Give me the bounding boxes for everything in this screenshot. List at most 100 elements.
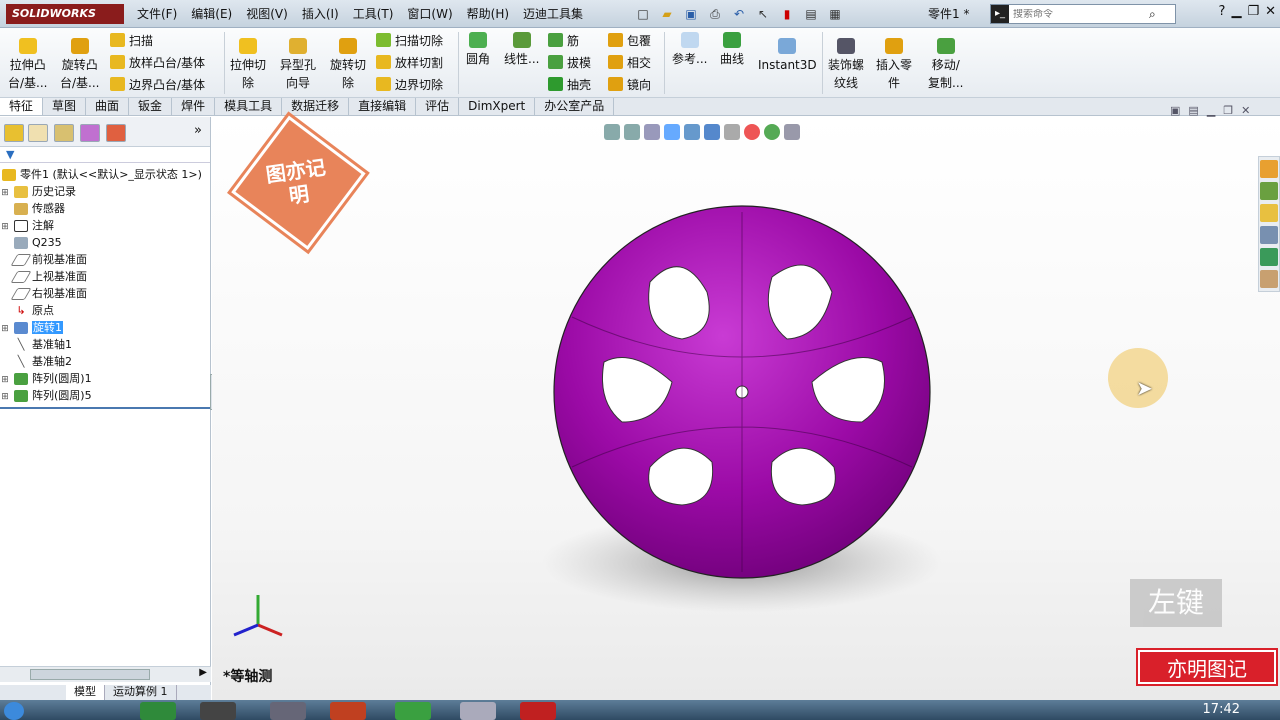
tree-root[interactable]: 零件1 (默认<<默认>_显示状态 1>) (0, 166, 202, 183)
display-manager-tab-icon[interactable] (106, 124, 126, 142)
loft-cut-button[interactable]: 放样切割 (376, 51, 443, 73)
tree-item-top-plane[interactable]: 上视基准面 (0, 268, 87, 285)
menu-help[interactable]: 帮助(H) (460, 0, 516, 28)
wrap-button[interactable]: 包覆 (608, 29, 651, 51)
tree-item-front-plane[interactable]: 前视基准面 (0, 251, 87, 268)
scroll-right-icon[interactable]: ▶ (199, 667, 207, 678)
tree-item-history[interactable]: ⊞ 历史记录 (0, 183, 76, 200)
restore-icon[interactable]: ❐ (1247, 4, 1259, 19)
tab-features[interactable]: 特征 (0, 98, 44, 115)
help-icon[interactable]: ? (1219, 4, 1226, 19)
edit-appearance-icon[interactable] (744, 124, 760, 140)
tree-item-origin[interactable]: ↳ 原点 (0, 302, 54, 319)
view-palette-icon[interactable] (1260, 226, 1278, 244)
taskbar-app-icon[interactable] (395, 702, 431, 720)
tree-item-circular-pattern5[interactable]: ⊞ 阵列(圆周)5 (0, 387, 92, 404)
design-library-icon[interactable] (1260, 182, 1278, 200)
tab-direct-editing[interactable]: 直接编辑 (349, 98, 417, 115)
file-explorer-icon[interactable] (1260, 204, 1278, 222)
reference-geometry-button[interactable]: 参考... (672, 32, 707, 68)
sweep-cut-button[interactable]: 扫描切除 (376, 29, 443, 51)
viewport-icon[interactable]: ▤ (1188, 104, 1198, 117)
hole-wizard-button[interactable]: 异型孔 向导 (280, 38, 316, 92)
draft-button[interactable]: 拔模 (548, 51, 591, 73)
dimxpert-manager-tab-icon[interactable] (80, 124, 100, 142)
tree-item-material[interactable]: Q235 (0, 234, 62, 251)
undo-icon[interactable]: ↶ (728, 4, 750, 24)
tree-item-axis2[interactable]: ╲ 基准轴2 (0, 353, 72, 370)
app-logo[interactable]: SOLIDWORKS (6, 4, 124, 24)
tree-item-sensors[interactable]: 传感器 (0, 200, 65, 217)
mirror-button[interactable]: 镜向 (608, 73, 651, 95)
view-settings-icon[interactable] (784, 124, 800, 140)
extrude-boss-button[interactable]: 拉伸凸 台/基... (8, 38, 48, 92)
open-folder-icon[interactable]: ▰ (656, 4, 678, 24)
system-clock[interactable]: 17:42 (1203, 700, 1240, 720)
boundary-button[interactable]: 边界凸台/基体 (110, 73, 205, 95)
tab-evaluate[interactable]: 评估 (416, 98, 460, 115)
new-document-icon[interactable]: □ (632, 4, 654, 24)
search-icon[interactable]: ⌕ (1149, 7, 1156, 22)
tab-motion-study[interactable]: 运动算例 1 (105, 685, 177, 700)
extrude-cut-button[interactable]: 拉伸切 除 (230, 38, 266, 92)
search-commands[interactable]: ▸_ ⌕ (990, 4, 1176, 24)
feature-manager-tab-icon[interactable] (4, 124, 24, 142)
scroll-thumb[interactable] (30, 669, 150, 680)
loft-button[interactable]: 放样凸台/基体 (110, 51, 205, 73)
select-arrow-icon[interactable]: ↖ (752, 4, 774, 24)
tree-item-circular-pattern1[interactable]: ⊞ 阵列(圆周)1 (0, 370, 92, 387)
taskbar-app-icon[interactable] (460, 702, 496, 720)
hide-show-items-icon[interactable] (724, 124, 740, 140)
minimize-icon[interactable]: ▁ (1207, 104, 1215, 117)
intersect-button[interactable]: 相交 (608, 51, 651, 73)
tab-surfaces[interactable]: 曲面 (86, 98, 130, 115)
menu-insert[interactable]: 插入(I) (295, 0, 346, 28)
insert-part-button[interactable]: 插入零 件 (876, 38, 912, 92)
display-style-icon[interactable] (704, 124, 720, 140)
section-view-icon[interactable] (664, 124, 680, 140)
menu-tools[interactable]: 工具(T) (346, 0, 401, 28)
spherical-frame-part[interactable] (553, 205, 931, 579)
tree-item-annotations[interactable]: ⊞ 注解 (0, 217, 54, 234)
cosmetic-thread-button[interactable]: 装饰螺 纹线 (828, 38, 864, 92)
taskbar-app-icon[interactable] (200, 702, 236, 720)
tree-item-axis1[interactable]: ╲ 基准轴1 (0, 336, 72, 353)
move-copy-button[interactable]: 移动/ 复制... (928, 38, 963, 92)
apply-scene-icon[interactable] (764, 124, 780, 140)
custom-properties-icon[interactable] (1260, 270, 1278, 288)
tab-sheet-metal[interactable]: 钣金 (129, 98, 173, 115)
close-icon[interactable]: ✕ (1265, 4, 1276, 19)
tab-sketch[interactable]: 草图 (43, 98, 87, 115)
rebuild-icon[interactable]: ▮ (776, 4, 798, 24)
previous-view-icon[interactable] (644, 124, 660, 140)
tab-dimxpert[interactable]: DimXpert (459, 98, 536, 115)
print-icon[interactable]: ⎙ (704, 4, 726, 24)
graphics-area[interactable]: 图亦记明 (212, 115, 1280, 700)
menu-file[interactable]: 文件(F) (130, 0, 184, 28)
zoom-to-area-icon[interactable] (624, 124, 640, 140)
linear-pattern-button[interactable]: 线性... (504, 32, 539, 68)
shell-button[interactable]: 抽壳 (548, 73, 591, 95)
tab-weldments[interactable]: 焊件 (172, 98, 216, 115)
appearances-icon[interactable] (1260, 248, 1278, 266)
revolve-cut-button[interactable]: 旋转切 除 (330, 38, 366, 92)
taskbar-app-icon[interactable] (140, 702, 176, 720)
revolve-boss-button[interactable]: 旋转凸 台/基... (60, 38, 100, 92)
tree-item-revolve1[interactable]: ⊞ 旋转1 (0, 319, 63, 336)
tree-item-right-plane[interactable]: 右视基准面 (0, 285, 87, 302)
instant3d-button[interactable]: Instant3D (758, 38, 817, 74)
taskbar-app-icon[interactable] (330, 702, 366, 720)
property-manager-tab-icon[interactable] (28, 124, 48, 142)
tab-office-products[interactable]: 办公室产品 (535, 98, 615, 115)
zoom-to-fit-icon[interactable] (604, 124, 620, 140)
tab-data-migration[interactable]: 数据迁移 (282, 98, 350, 115)
view-orientation-icon[interactable] (684, 124, 700, 140)
boundary-cut-button[interactable]: 边界切除 (376, 73, 443, 95)
configuration-manager-tab-icon[interactable] (54, 124, 74, 142)
start-button-icon[interactable] (4, 702, 24, 720)
taskbar-app-icon[interactable] (270, 702, 306, 720)
solidworks-taskbar-icon[interactable] (520, 702, 556, 720)
options-icon[interactable]: ▦ (824, 4, 846, 24)
restore-icon[interactable]: ❐ (1223, 104, 1233, 117)
horizontal-scrollbar[interactable]: ▶ (0, 666, 211, 682)
